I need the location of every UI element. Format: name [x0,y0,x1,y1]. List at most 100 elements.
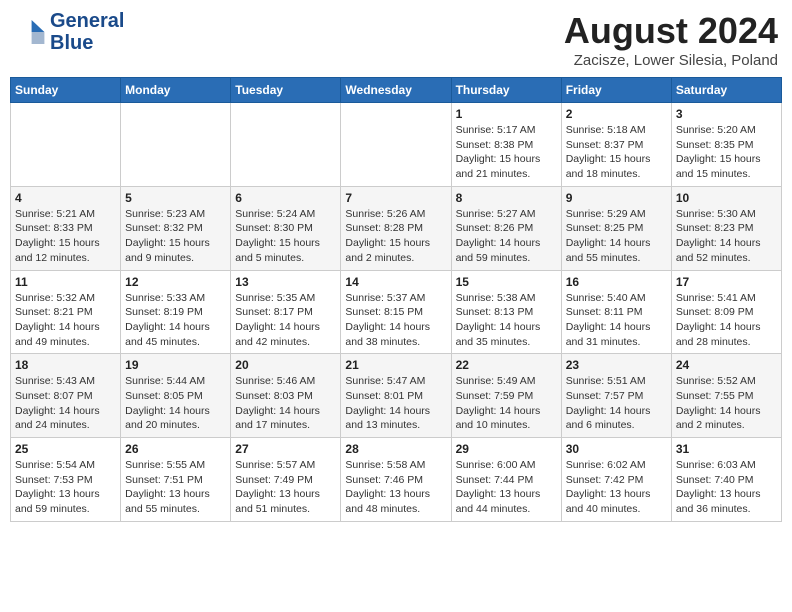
day-cell: 7 Sunrise: 5:26 AMSunset: 8:28 PMDaylight… [341,186,451,270]
day-cell: 25 Sunrise: 5:54 AMSunset: 7:53 PMDayligh… [11,438,121,522]
day-number: 7 [345,191,446,205]
day-cell: 27 Sunrise: 5:57 AMSunset: 7:49 PMDayligh… [231,438,341,522]
weekday-header-thursday: Thursday [451,78,561,103]
day-cell: 19Sunrise: 5:44 AMSunset: 8:05 PMDayligh… [121,354,231,438]
day-info: Sunrise: 6:02 AMSunset: 7:42 PMDaylight:… [566,458,667,517]
week-row-5: 25 Sunrise: 5:54 AMSunset: 7:53 PMDayligh… [11,438,782,522]
day-number: 10 [676,191,777,205]
day-info: Sunrise: 5:57 AMSunset: 7:49 PMDaylight:… [235,458,336,517]
day-cell [121,103,231,187]
day-info: Sunrise: 6:00 AMSunset: 7:44 PMDaylight:… [456,458,557,517]
day-cell [341,103,451,187]
day-cell: 4 Sunrise: 5:21 AMSunset: 8:33 PMDaylight… [11,186,121,270]
week-row-4: 18 Sunrise: 5:43 AMSunset: 8:07 PMDayligh… [11,354,782,438]
day-info: Sunrise: 5:49 AMSunset: 7:59 PMDaylight:… [456,374,557,433]
week-row-3: 11Sunrise: 5:32 AMSunset: 8:21 PMDayligh… [11,270,782,354]
day-number: 5 [125,191,226,205]
calendar-table: SundayMondayTuesdayWednesdayThursdayFrid… [10,77,782,522]
day-info: Sunrise: 5:26 AMSunset: 8:28 PMDaylight:… [345,207,446,266]
weekday-header-saturday: Saturday [671,78,781,103]
day-number: 12 [125,275,226,289]
day-number: 9 [566,191,667,205]
day-info: Sunrise: 5:23 AMSunset: 8:32 PMDaylight:… [125,207,226,266]
day-number: 24 [676,358,777,372]
subtitle: Zacisze, Lower Silesia, Poland [564,52,778,69]
day-cell: 20 Sunrise: 5:46 AMSunset: 8:03 PMDayligh… [231,354,341,438]
day-cell: 14 Sunrise: 5:37 AMSunset: 8:15 PMDayligh… [341,270,451,354]
day-number: 26 [125,442,226,456]
day-number: 4 [15,191,116,205]
day-number: 23 [566,358,667,372]
day-number: 8 [456,191,557,205]
day-info: Sunrise: 5:51 AMSunset: 7:57 PMDaylight:… [566,374,667,433]
day-cell: 26 Sunrise: 5:55 AMSunset: 7:51 PMDayligh… [121,438,231,522]
day-cell: 21Sunrise: 5:47 AMSunset: 8:01 PMDayligh… [341,354,451,438]
day-info: Sunrise: 5:47 AMSunset: 8:01 PMDaylight:… [345,374,446,433]
day-info: Sunrise: 5:21 AMSunset: 8:33 PMDaylight:… [15,207,116,266]
day-info: Sunrise: 5:54 AMSunset: 7:53 PMDaylight:… [15,458,116,517]
day-info: Sunrise: 5:55 AMSunset: 7:51 PMDaylight:… [125,458,226,517]
day-info: Sunrise: 5:52 AMSunset: 7:55 PMDaylight:… [676,374,777,433]
day-cell: 17 Sunrise: 5:41 AMSunset: 8:09 PMDayligh… [671,270,781,354]
day-number: 25 [15,442,116,456]
day-number: 2 [566,107,667,121]
day-info: Sunrise: 5:33 AMSunset: 8:19 PMDaylight:… [125,291,226,350]
day-info: Sunrise: 5:18 AMSunset: 8:37 PMDaylight:… [566,123,667,182]
day-number: 17 [676,275,777,289]
logo-icon [14,16,46,48]
weekday-header-friday: Friday [561,78,671,103]
day-info: Sunrise: 5:41 AMSunset: 8:09 PMDaylight:… [676,291,777,350]
day-number: 20 [235,358,336,372]
day-number: 27 [235,442,336,456]
day-info: Sunrise: 5:29 AMSunset: 8:25 PMDaylight:… [566,207,667,266]
day-cell [11,103,121,187]
day-number: 15 [456,275,557,289]
day-cell: 10 Sunrise: 5:30 AMSunset: 8:23 PMDayligh… [671,186,781,270]
day-cell: 6 Sunrise: 5:24 AMSunset: 8:30 PMDaylight… [231,186,341,270]
day-cell: 12 Sunrise: 5:33 AMSunset: 8:19 PMDayligh… [121,270,231,354]
day-info: Sunrise: 5:35 AMSunset: 8:17 PMDaylight:… [235,291,336,350]
day-cell: 22Sunrise: 5:49 AMSunset: 7:59 PMDayligh… [451,354,561,438]
day-cell: 9 Sunrise: 5:29 AMSunset: 8:25 PMDaylight… [561,186,671,270]
day-cell: 30 Sunrise: 6:02 AMSunset: 7:42 PMDayligh… [561,438,671,522]
week-row-2: 4 Sunrise: 5:21 AMSunset: 8:33 PMDaylight… [11,186,782,270]
day-info: Sunrise: 5:46 AMSunset: 8:03 PMDaylight:… [235,374,336,433]
day-info: Sunrise: 5:27 AMSunset: 8:26 PMDaylight:… [456,207,557,266]
page-header: General Blue August 2024 Zacisze, Lower … [10,10,782,69]
day-number: 19 [125,358,226,372]
day-info: Sunrise: 5:43 AMSunset: 8:07 PMDaylight:… [15,374,116,433]
day-cell: 28 Sunrise: 5:58 AMSunset: 7:46 PMDayligh… [341,438,451,522]
day-info: Sunrise: 5:58 AMSunset: 7:46 PMDaylight:… [345,458,446,517]
weekday-header-sunday: Sunday [11,78,121,103]
day-cell: 8 Sunrise: 5:27 AMSunset: 8:26 PMDaylight… [451,186,561,270]
day-cell: 13Sunrise: 5:35 AMSunset: 8:17 PMDayligh… [231,270,341,354]
day-info: Sunrise: 5:30 AMSunset: 8:23 PMDaylight:… [676,207,777,266]
day-cell: 1 Sunrise: 5:17 AMSunset: 8:38 PMDaylight… [451,103,561,187]
day-cell: 16Sunrise: 5:40 AMSunset: 8:11 PMDayligh… [561,270,671,354]
day-cell [231,103,341,187]
day-cell: 11Sunrise: 5:32 AMSunset: 8:21 PMDayligh… [11,270,121,354]
weekday-header-monday: Monday [121,78,231,103]
day-number: 14 [345,275,446,289]
day-number: 6 [235,191,336,205]
day-number: 11 [15,275,116,289]
day-info: Sunrise: 5:20 AMSunset: 8:35 PMDaylight:… [676,123,777,182]
title-block: August 2024 Zacisze, Lower Silesia, Pola… [564,10,778,69]
day-number: 28 [345,442,446,456]
day-info: Sunrise: 5:37 AMSunset: 8:15 PMDaylight:… [345,291,446,350]
day-number: 29 [456,442,557,456]
day-cell: 29 Sunrise: 6:00 AMSunset: 7:44 PMDayligh… [451,438,561,522]
day-cell: 24 Sunrise: 5:52 AMSunset: 7:55 PMDayligh… [671,354,781,438]
weekday-header-wednesday: Wednesday [341,78,451,103]
day-info: Sunrise: 5:17 AMSunset: 8:38 PMDaylight:… [456,123,557,182]
week-row-1: 1 Sunrise: 5:17 AMSunset: 8:38 PMDaylight… [11,103,782,187]
logo-text: General Blue [50,10,124,54]
weekday-header-row: SundayMondayTuesdayWednesdayThursdayFrid… [11,78,782,103]
day-number: 30 [566,442,667,456]
day-cell: 2 Sunrise: 5:18 AMSunset: 8:37 PMDaylight… [561,103,671,187]
day-info: Sunrise: 5:24 AMSunset: 8:30 PMDaylight:… [235,207,336,266]
day-info: Sunrise: 6:03 AMSunset: 7:40 PMDaylight:… [676,458,777,517]
day-number: 18 [15,358,116,372]
logo: General Blue [14,10,124,54]
day-number: 1 [456,107,557,121]
